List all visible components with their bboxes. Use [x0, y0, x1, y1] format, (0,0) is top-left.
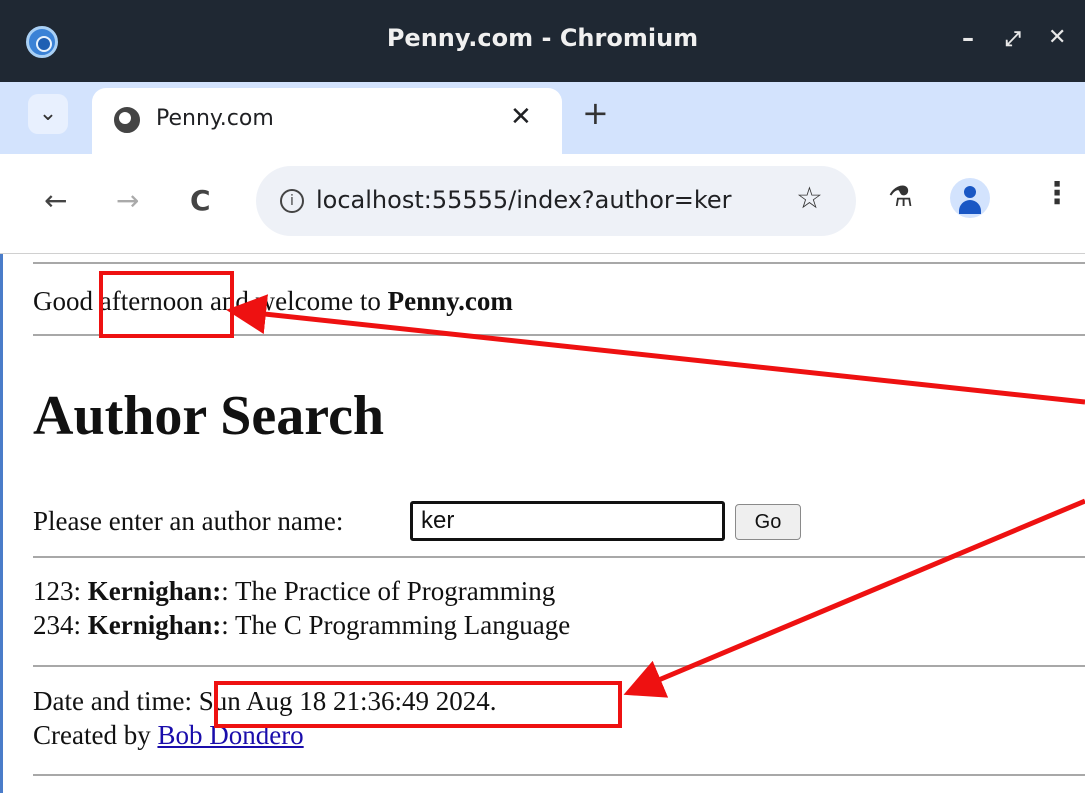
page-title: Author Search [33, 385, 385, 447]
browser-toolbar: ← → C i localhost:55555/index?author=ker… [0, 154, 1085, 254]
divider [33, 262, 1085, 264]
window-title: Penny.com - Chromium [386, 24, 699, 52]
site-info-icon[interactable]: i [280, 189, 304, 213]
result-row: 123: Kernighan:: The Practice of Program… [33, 576, 556, 606]
divider [33, 774, 1085, 776]
author-prompt: Please enter an author name: [33, 506, 344, 536]
labs-flask-icon[interactable]: ⚗ [888, 180, 913, 213]
tab-list-button[interactable]: ⌄ [28, 94, 68, 134]
go-button[interactable]: Go [735, 504, 801, 540]
globe-icon [114, 107, 140, 133]
profile-avatar-icon[interactable] [950, 178, 990, 218]
minimize-button[interactable]: – [962, 22, 974, 54]
bookmark-star-icon[interactable]: ☆ [796, 181, 823, 216]
address-bar[interactable]: i localhost:55555/index?author=ker ☆ [256, 166, 856, 236]
maximize-button[interactable]: ⤢ [1005, 22, 1021, 54]
site-name: Penny.com [387, 286, 513, 316]
divider [33, 556, 1085, 558]
back-button[interactable]: ← [44, 184, 67, 217]
divider [33, 665, 1085, 667]
menu-icon[interactable]: ⋮ [1042, 176, 1072, 211]
forward-button[interactable]: → [116, 184, 139, 217]
reload-button[interactable]: C [190, 184, 211, 217]
author-search-input[interactable] [410, 501, 725, 541]
highlight-box-afternoon [99, 271, 234, 338]
new-tab-button[interactable]: + [582, 94, 609, 132]
window-titlebar: Penny.com - Chromium – ⤢ ✕ [0, 0, 1085, 82]
result-row: 234: Kernighan:: The C Programming Langu… [33, 610, 571, 640]
tab-title: Penny.com [156, 106, 274, 131]
tab-close-button[interactable]: ✕ [510, 102, 532, 132]
close-window-button[interactable]: ✕ [1048, 22, 1066, 54]
tab-penny[interactable]: Penny.com ✕ [92, 88, 562, 154]
tab-strip: ⌄ Penny.com ✕ + [0, 82, 1085, 154]
highlight-box-datetime [214, 681, 622, 728]
url-text[interactable]: localhost:55555/index?author=ker [316, 186, 732, 214]
